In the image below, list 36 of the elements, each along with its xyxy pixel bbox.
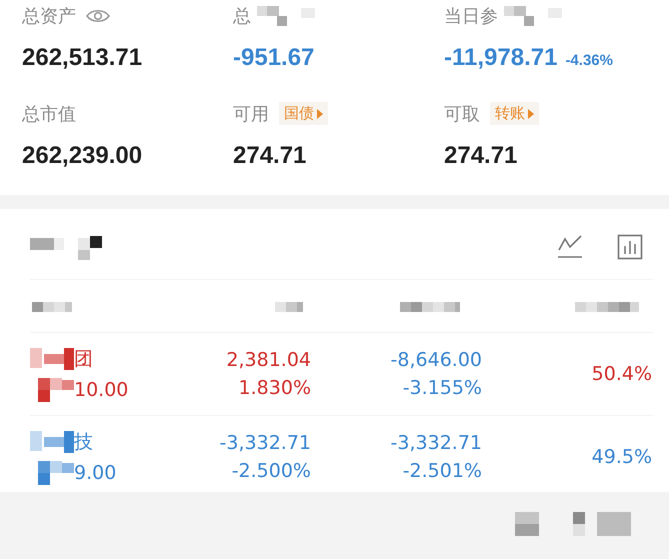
redaction-mosaic xyxy=(30,348,74,370)
change-amount: -3,332.71 xyxy=(220,432,311,454)
summary-value: 262,239.00 xyxy=(22,142,142,170)
position-share: 50.4% xyxy=(592,363,652,385)
summary-value: 262,513.71 xyxy=(22,44,142,72)
change-amount: -3,332.71 xyxy=(390,432,482,454)
stock-price: 9.00 xyxy=(74,462,116,484)
change-percent: -2.500% xyxy=(232,460,311,482)
change-percent: -4.36% xyxy=(565,52,613,69)
summary-label: 总资产 xyxy=(22,5,76,28)
stock-name: 团 xyxy=(74,347,93,372)
change-amount: -8,646.00 xyxy=(390,349,482,371)
stock-price: 10.00 xyxy=(74,379,128,401)
position-share: 49.5% xyxy=(592,446,652,468)
change-amount: 2,381.04 xyxy=(226,349,311,371)
summary-value: 274.71 xyxy=(444,142,518,170)
redaction-mosaic xyxy=(30,431,74,453)
summary-value: -951.67 xyxy=(233,44,314,72)
action-tag[interactable]: 转账 xyxy=(490,102,539,125)
change-percent: -3.155% xyxy=(402,377,482,399)
action-tag[interactable]: 国债 xyxy=(279,102,328,125)
stock-name: 技 xyxy=(74,430,93,455)
caret-icon xyxy=(317,108,323,118)
caret-icon xyxy=(528,108,534,118)
bar-chart-icon[interactable] xyxy=(617,234,643,260)
change-percent: 1.830% xyxy=(238,377,311,399)
summary-value: -11,978.71 xyxy=(444,44,558,72)
summary-label: 总 xyxy=(233,5,251,28)
change-percent: -2.501% xyxy=(402,460,482,482)
summary-value: 274.71 xyxy=(233,142,306,170)
summary-label: 可取 xyxy=(444,102,480,126)
eye-icon[interactable] xyxy=(86,8,110,24)
summary-label: 当日参 xyxy=(444,5,498,28)
summary-label: 可用 xyxy=(233,102,269,126)
line-chart-icon[interactable] xyxy=(557,234,583,260)
summary-label: 总市值 xyxy=(22,102,76,126)
